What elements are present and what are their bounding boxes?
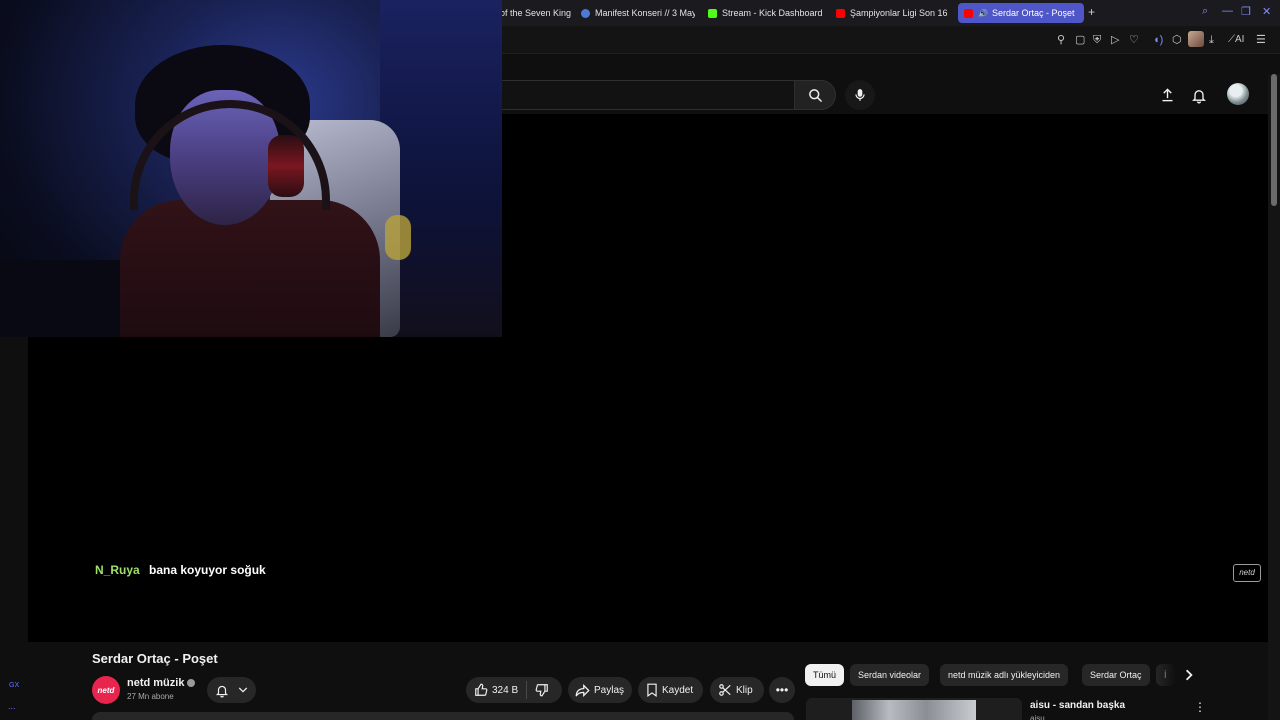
subscription-bell-button[interactable]	[207, 677, 256, 703]
bookmark-icon	[647, 683, 657, 697]
thumbs-up-icon	[475, 683, 488, 696]
channel-name[interactable]: netd müzik	[127, 677, 184, 689]
clip-label: Klip	[736, 684, 753, 696]
chip-from-uploader[interactable]: netd müzik adlı yükleyiciden	[940, 664, 1069, 686]
stream-chat-message: N_Ruya bana koyuyor soğuk	[95, 563, 266, 577]
new-tab-button[interactable]: +	[1088, 5, 1095, 19]
dislike-button[interactable]	[535, 683, 553, 697]
tab-serdar-ortac-poset[interactable]: 🔊 Serdar Ortaç - Poşet	[958, 3, 1084, 23]
description-box[interactable]	[92, 712, 794, 720]
chevron-down-icon	[238, 687, 247, 693]
like-button[interactable]: 324 B	[474, 683, 518, 697]
shield-icon[interactable]: ⛨	[1093, 33, 1101, 47]
upload-icon	[1162, 88, 1172, 102]
tab-sampiyonlar-ligi[interactable]: Şampiyonlar Ligi Son 16 P	[830, 3, 950, 23]
tab-seven-kingdoms[interactable]: of the Seven King	[494, 3, 572, 23]
notifications-button[interactable]	[1188, 84, 1210, 106]
save-label: Kaydet	[662, 684, 694, 696]
tab-label: Stream - Kick Dashboard	[722, 8, 823, 18]
share-icon	[575, 683, 590, 697]
globe-icon	[581, 8, 590, 18]
webcam-shadow	[0, 260, 120, 337]
upload-button[interactable]	[1156, 84, 1178, 106]
webcam-headset-earcup	[268, 135, 304, 197]
channel-name-container[interactable]: netd müzik	[127, 677, 196, 689]
recommendation-menu-icon[interactable]: ⋮	[1194, 700, 1206, 714]
tab-label: Manifest Konseri // 3 May	[595, 8, 695, 18]
voice-search-button[interactable]	[845, 80, 875, 110]
webcam-object	[385, 215, 411, 260]
tab-label: Şampiyonlar Ligi Son 16 P	[850, 8, 950, 18]
tab-manifest-konseri[interactable]: Manifest Konseri // 3 May	[575, 3, 695, 23]
search-tabs-icon[interactable]: ⌕	[1202, 5, 1208, 18]
chip-all[interactable]: Tümü	[805, 664, 845, 686]
chips-next-button[interactable]	[1178, 664, 1200, 686]
extensions-icon[interactable]: ⬡	[1172, 33, 1182, 47]
thumbnail-image	[852, 700, 976, 720]
channel-avatar[interactable]: netd	[92, 676, 120, 704]
microphone-icon	[855, 89, 865, 101]
youtube-icon	[836, 8, 845, 18]
minimize-icon[interactable]: —	[1222, 5, 1233, 17]
youtube-icon	[964, 8, 973, 18]
subscriber-count: 27 Mn abone	[127, 692, 174, 701]
share-label: Paylaş	[594, 684, 625, 696]
recommendation-thumbnail[interactable]	[806, 698, 1022, 720]
restore-icon[interactable]: ❐	[1241, 5, 1251, 18]
ai-icon[interactable]: ⟋AI	[1228, 33, 1244, 47]
webcam-person-body	[120, 200, 380, 337]
snapshot-icon[interactable]: ▢	[1075, 33, 1085, 47]
tab-label: Serdar Ortaç - Poşet	[991, 8, 1075, 18]
chat-text: bana koyuyor soğuk	[149, 563, 266, 577]
gx-sidebar-icon[interactable]: GX	[9, 682, 19, 689]
scrollbar-thumb[interactable]	[1271, 74, 1277, 206]
recommendation-title[interactable]: aisu - sandan başka	[1030, 700, 1125, 711]
chat-username: N_Ruya	[95, 563, 140, 577]
close-icon[interactable]: ✕	[1262, 5, 1271, 18]
kick-icon	[708, 8, 717, 18]
verified-icon	[187, 679, 196, 688]
search-button[interactable]	[794, 80, 836, 110]
like-dislike-group: 324 B	[466, 677, 562, 703]
save-button[interactable]: Kaydet	[638, 677, 703, 703]
more-actions-button[interactable]: •••	[769, 677, 795, 703]
download-icon[interactable]: ⤓	[1209, 33, 1214, 47]
search-icon	[808, 88, 822, 102]
bell-icon	[216, 685, 229, 697]
screen: of the Seven King Manifest Konseri // 3 …	[0, 0, 1280, 720]
chevron-right-icon	[1185, 669, 1193, 681]
netd-watermark: netd	[1233, 564, 1261, 582]
play-icon[interactable]: ▷	[1111, 33, 1119, 47]
bell-icon	[1192, 89, 1206, 103]
chip-serdar-ortac[interactable]: Serdar Ortaç	[1082, 664, 1150, 686]
share-button[interactable]: Paylaş	[568, 677, 632, 703]
chip-from-series[interactable]: Serdan videolar	[850, 664, 930, 686]
video-title: Serdar Ortaç - Poşet	[92, 651, 218, 666]
scissors-icon	[719, 684, 731, 696]
menu-icon[interactable]: ☰	[1256, 33, 1266, 47]
like-divider	[526, 681, 528, 699]
speaker-icon: 🔊	[978, 8, 988, 18]
heart-icon[interactable]: ♡	[1129, 33, 1139, 47]
pin-icon[interactable]: ⚲	[1057, 33, 1065, 47]
like-count: 324 B	[492, 684, 519, 696]
account-avatar[interactable]	[1227, 83, 1249, 105]
profile-avatar[interactable]	[1188, 31, 1204, 47]
tab-label: of the Seven King	[500, 8, 572, 18]
thumbs-down-icon	[535, 684, 548, 697]
webcam-overlay	[0, 0, 502, 337]
tab-kick-dashboard[interactable]: Stream - Kick Dashboard	[702, 3, 826, 23]
clip-button[interactable]: Klip	[710, 677, 764, 703]
sidebar-more-icon[interactable]: ...	[8, 701, 16, 711]
audio-icon[interactable]: ◖)	[1153, 33, 1163, 47]
recommendation-channel: aisu	[1030, 714, 1045, 720]
page-scrollbar[interactable]	[1268, 74, 1280, 720]
